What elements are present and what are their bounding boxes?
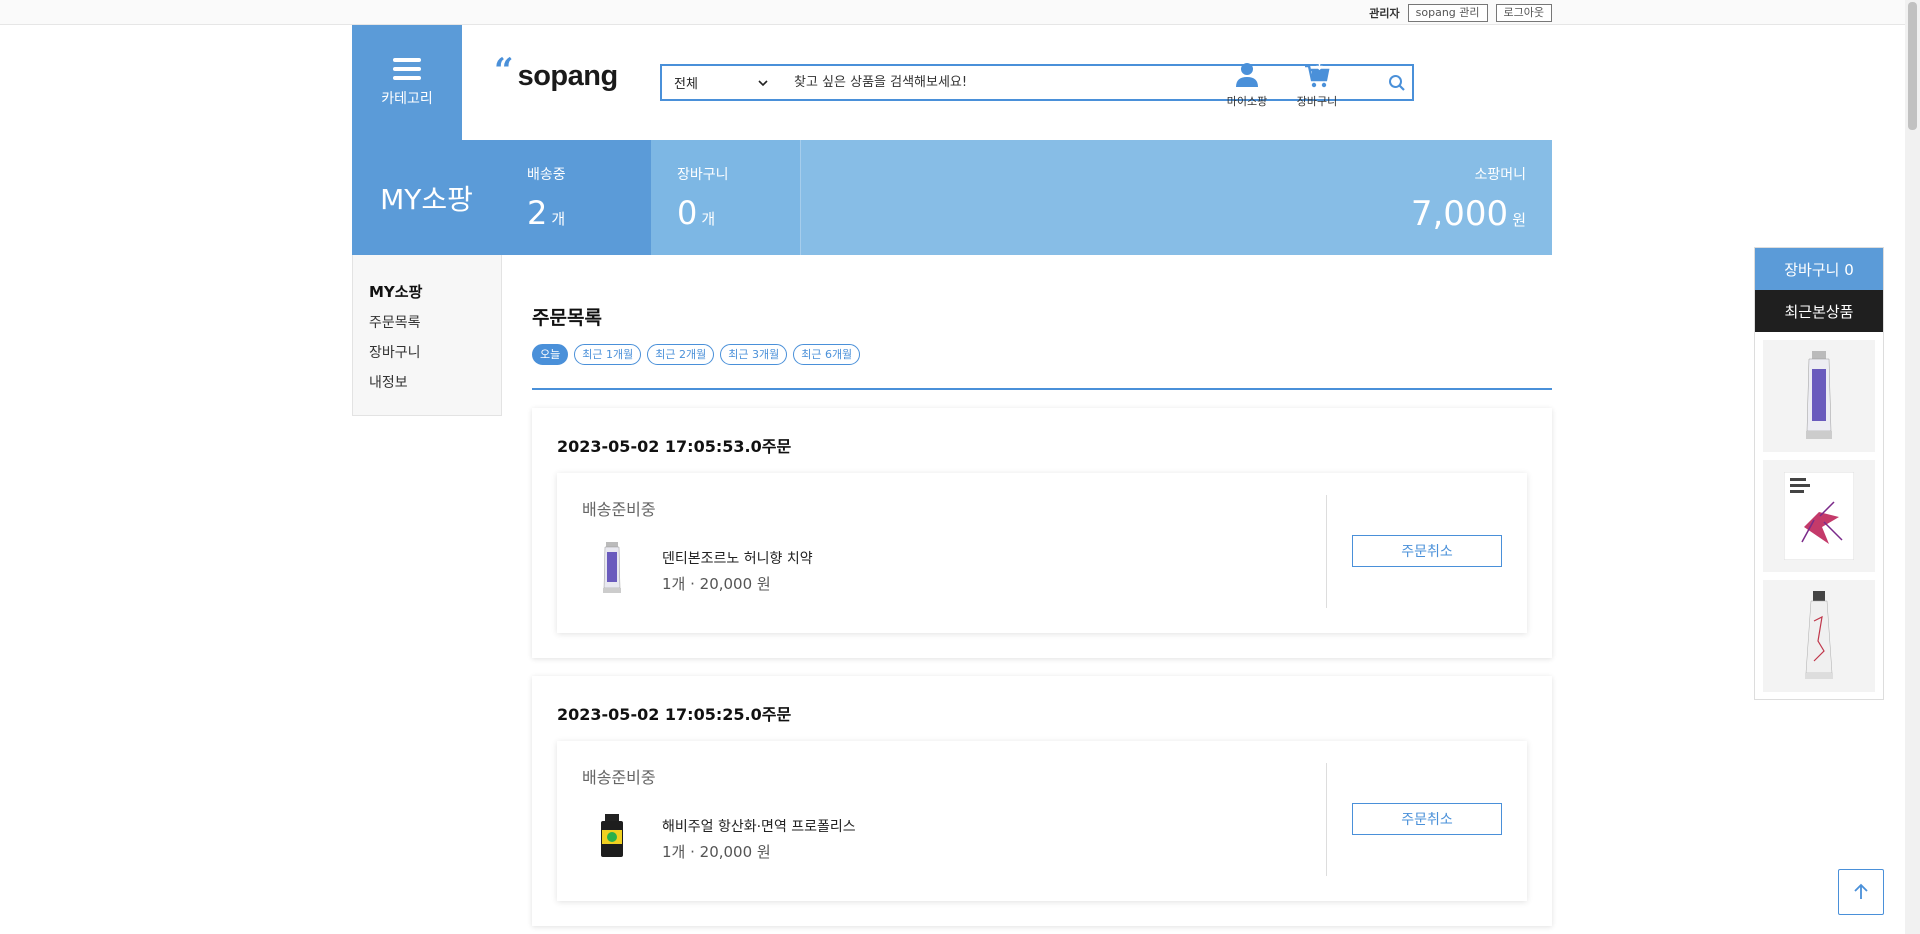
scrollbar-thumb[interactable]	[1908, 2, 1917, 130]
supplement-bottle-image-icon	[601, 814, 623, 857]
page-scrollbar[interactable]	[1905, 0, 1920, 934]
book-cover-image-icon	[1784, 472, 1854, 560]
product-detail: 1개 · 20,000 원	[662, 843, 771, 861]
period-3-months[interactable]: 최근 3개월	[720, 344, 788, 365]
recent-products-title: 최근본상품	[1755, 290, 1883, 332]
order-date: 2023-05-02 17:05:53.0주문	[557, 437, 792, 456]
order-status: 배송준비중	[582, 768, 656, 787]
period-1-month[interactable]: 최근 1개월	[574, 344, 642, 365]
site-header: 카테고리 “ sopang 전체 마이소팡 장바구니	[352, 25, 1552, 140]
category-menu-button[interactable]: 카테고리	[352, 25, 462, 140]
site-logo[interactable]: “ sopang	[494, 51, 619, 93]
recent-product-thumbnail[interactable]	[1763, 340, 1875, 452]
toothpaste-image-icon	[603, 542, 621, 593]
search-category-select[interactable]: 전체	[662, 66, 782, 99]
sidebar-heading[interactable]: MY소팡	[369, 281, 501, 302]
money-value: 7,000	[1410, 194, 1509, 234]
product-name[interactable]: 덴티본조르노 허니향 치약	[662, 548, 813, 568]
shipping-summary[interactable]: 배송중 2개	[501, 140, 651, 255]
order-status: 배송준비중	[582, 500, 656, 519]
product-thumbnail[interactable]	[582, 538, 642, 598]
admin-manage-button[interactable]: sopang 관리	[1407, 3, 1488, 22]
recent-product-thumbnail[interactable]	[1763, 460, 1875, 572]
mypage-link[interactable]: 마이소팡	[1217, 61, 1277, 109]
my-summary-bar: MY소팡 배송중 2개 장바구니 0개 소팡머니 7,000 원	[352, 140, 1552, 255]
hamburger-icon	[393, 57, 421, 80]
scroll-to-top-button[interactable]	[1838, 869, 1884, 915]
sidebar-item-cart[interactable]: 장바구니	[369, 342, 501, 362]
period-today[interactable]: 오늘	[532, 344, 569, 365]
shipping-unit: 개	[551, 210, 566, 228]
product-thumbnail[interactable]	[582, 806, 642, 866]
cart-summary[interactable]: 장바구니 0개	[651, 140, 801, 255]
order-card: 2023-05-02 17:05:25.0주문 배송준비중 해비주얼 항산화·면…	[532, 676, 1552, 926]
cart-count: 0	[677, 194, 698, 232]
period-filter: 오늘 최근 1개월 최근 2개월 최근 3개월 최근 6개월	[532, 344, 861, 365]
search-category-value: 전체	[674, 77, 698, 92]
chevron-down-icon	[758, 79, 768, 86]
recent-product-thumbnail[interactable]	[1763, 580, 1875, 692]
logout-button[interactable]: 로그아웃	[1495, 3, 1552, 22]
money-unit: 원	[1512, 211, 1526, 229]
search-icon	[1389, 74, 1405, 91]
mypage-sidebar: MY소팡 주문목록 장바구니 내정보	[352, 255, 502, 416]
period-2-months[interactable]: 최근 2개월	[647, 344, 715, 365]
divider	[1326, 763, 1327, 876]
my-summary-title: MY소팡	[352, 140, 501, 255]
cart-icon	[1305, 63, 1330, 88]
order-date: 2023-05-02 17:05:25.0주문	[557, 705, 792, 724]
cart-label: 장바구니	[1296, 95, 1338, 108]
sidebar-item-myinfo[interactable]: 내정보	[369, 372, 501, 392]
money-caption: 소팡머니	[1474, 167, 1526, 183]
recent-products-panel: 장바구니 0 최근본상품	[1754, 247, 1884, 700]
section-divider	[532, 388, 1552, 390]
recent-cart-link[interactable]: 장바구니 0	[1755, 248, 1883, 290]
cart-caption: 장바구니	[677, 167, 729, 183]
admin-role-label: 관리자	[1369, 6, 1400, 20]
cancel-order-button[interactable]: 주문취소	[1352, 535, 1502, 567]
cancel-order-button[interactable]: 주문취소	[1352, 803, 1502, 835]
order-item-box: 배송준비중 해비주얼 항산화·면역 프로폴리스 1개 · 20,000 원 주문…	[557, 741, 1527, 901]
sidebar-item-orders[interactable]: 주문목록	[369, 312, 501, 332]
product-detail: 1개 · 20,000 원	[662, 575, 771, 593]
order-item-box: 배송준비중 덴티본조르노 허니향 치약 1개 · 20,000 원 주문취소	[557, 473, 1527, 633]
user-icon	[1236, 63, 1258, 87]
logo-text: sopang	[517, 60, 619, 92]
shipping-caption: 배송중	[527, 167, 566, 183]
cart-link[interactable]: 장바구니	[1287, 61, 1347, 109]
category-label: 카테고리	[381, 90, 433, 107]
order-card: 2023-05-02 17:05:53.0주문 배송준비중 덴티본조르노 허니향…	[532, 408, 1552, 658]
quote-mark-icon: “	[494, 51, 514, 91]
search-button[interactable]	[1382, 66, 1412, 99]
product-name[interactable]: 해비주얼 항산화·면역 프로폴리스	[662, 816, 856, 836]
cart-unit: 개	[701, 210, 716, 228]
cream-tube-image-icon	[1805, 591, 1833, 679]
page-title: 주문목록	[532, 307, 602, 329]
shipping-count: 2	[527, 194, 548, 232]
arrow-up-icon	[1854, 883, 1868, 899]
period-6-months[interactable]: 최근 6개월	[793, 344, 861, 365]
money-summary: 소팡머니 7,000 원	[801, 140, 1552, 255]
admin-topbar: 관리자 sopang 관리 로그아웃	[0, 0, 1905, 25]
mypage-label: 마이소팡	[1226, 95, 1268, 108]
divider	[1326, 495, 1327, 608]
toothpaste-image-icon	[1806, 351, 1832, 439]
